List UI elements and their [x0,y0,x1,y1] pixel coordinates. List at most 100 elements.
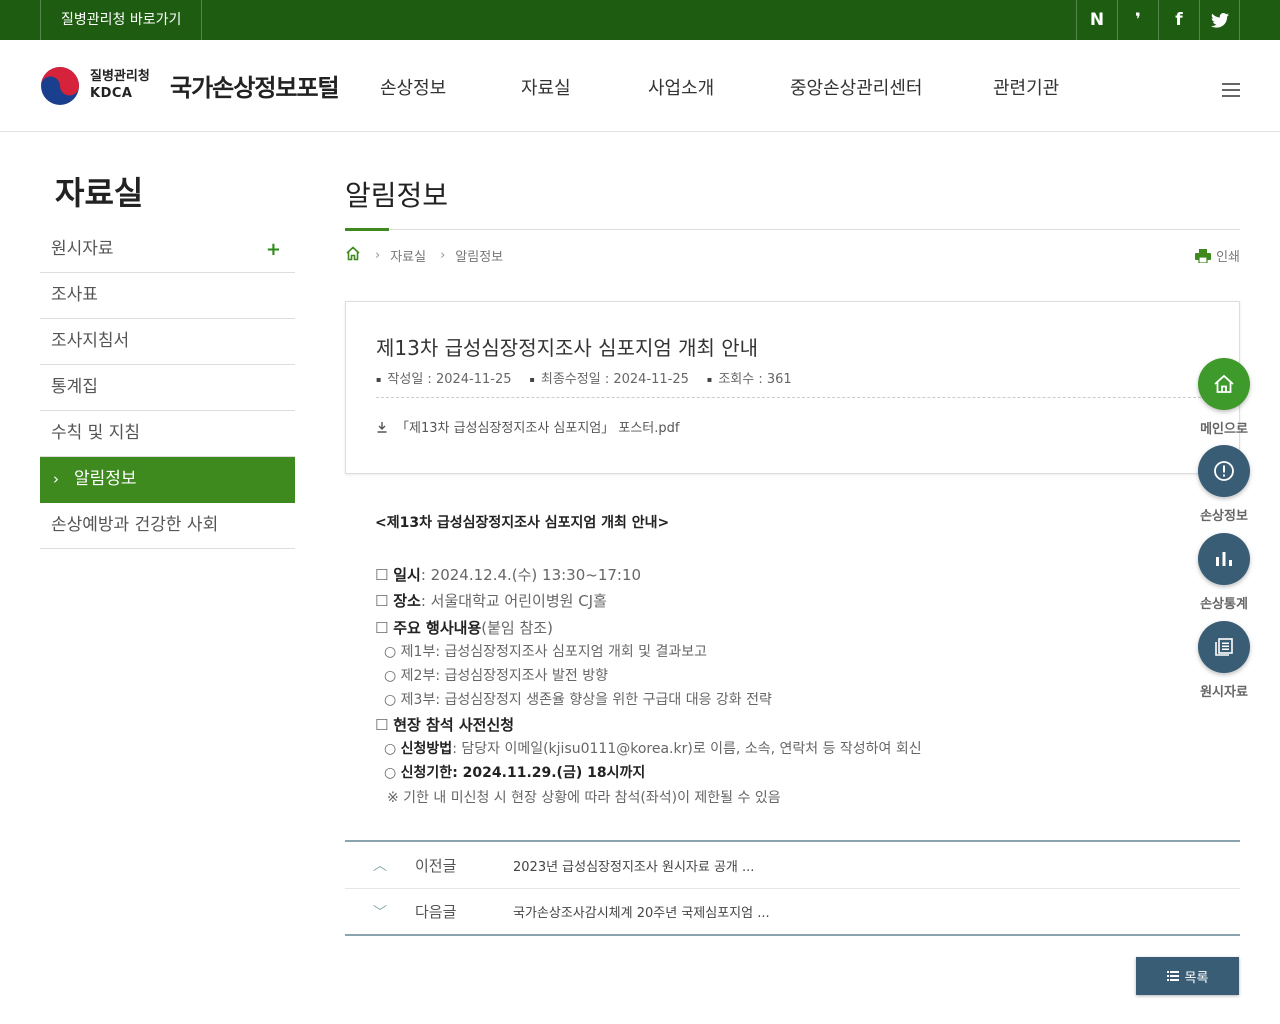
attachment-link[interactable]: 「제13차 급성심장정지조사 심포지엄」 포스터.pdf [376,417,679,436]
org-name-en: KDCA [90,86,133,101]
print-button[interactable]: 인쇄 [1195,246,1240,265]
portal-title[interactable]: 국가손상정보포털 [170,68,340,103]
breadcrumb-separator-icon: › [440,248,446,263]
circle-bullet: ○ [384,765,397,781]
alert-icon[interactable] [1198,445,1250,497]
prev-label: 이전글 [415,856,457,875]
nav-related-orgs[interactable]: 관련기관 [993,74,1059,100]
body-date-line: ☐ 일시: 2024.12.4.(수) 13:30~17:10 [375,564,641,585]
bar-chart-icon[interactable] [1198,533,1250,585]
body-heading: <제13차 급성심장정지조사 심포지엄 개최 안내> [375,515,670,531]
body-date-value: : 2024.12.4.(수) 13:30~17:10 [420,566,642,584]
body-program-note: (붙임 참조) [481,619,553,637]
sidebar-item-label: 조사지침서 [51,331,130,351]
twitter-icon[interactable] [1199,0,1240,40]
quick-label: 손상정보 [1200,509,1248,524]
checkbox-bullet: ☐ [375,619,389,637]
body-part2: ○ 제2부: 급성심장정지조사 발전 방향 [384,668,608,684]
page-title: 알림정보 [345,179,449,212]
body-place-label: 장소 [393,592,421,610]
body-part1: ○ 제1부: 급성심장정지조사 심포지엄 개회 및 결과보고 [384,644,708,660]
sidebar-item-rules[interactable]: 수칙 및 지침 [40,411,295,457]
sidebar-title: 자료실 [55,174,144,212]
body-program-label: 주요 행사내용 [393,619,482,637]
top-utility-bar: 질병관리청 바로가기 N ❜ f [0,0,1280,40]
body-register-label: 현장 참석 사전신청 [393,716,515,734]
quick-label: 손상통계 [1200,597,1248,612]
quick-label: 원시자료 [1200,685,1248,700]
printer-icon [1195,248,1212,263]
breadcrumb-item[interactable]: 자료실 [390,246,426,265]
body-program-line: ☐ 주요 행사내용(붙임 참조) [375,617,553,638]
prev-next-nav: ︿ 이전글 2023년 급성심장정지조사 원시자료 공개 ... ﹀ 다음글 국… [345,840,1240,936]
body-deadline-value: : 2024.11.29.(금) 18시까지 [452,765,646,781]
body-part3: ○ 제3부: 급성심장정지 생존율 향상을 위한 구급대 대응 강화 전략 [384,692,772,708]
prev-title[interactable]: 2023년 급성심장정지조사 원시자료 공개 ... [513,856,754,875]
next-title[interactable]: 국가손상조사감시체계 20주년 국제심포지엄 ... [513,902,770,921]
quick-label: 메인으로 [1200,422,1248,437]
hamburger-menu-icon[interactable] [1222,83,1240,97]
sidebar-item-label: 원시자료 [51,239,114,259]
post-header-box: 제13차 급성심장정지조사 심포지엄 개최 안내 작성일 : 2024-11-2… [345,301,1240,474]
post-meta: 작성일 : 2024-11-25 최종수정일 : 2024-11-25 조회수 … [376,368,791,387]
nav-data-room[interactable]: 자료실 [521,74,571,100]
sidebar-menu: 원시자료 + 조사표 조사지침서 통계집 수칙 및 지침 › 알림정보 손상예방… [40,227,295,549]
body-place-value: : 서울대학교 어린이병원 CJ홀 [420,592,607,610]
sidebar-item-notices[interactable]: › 알림정보 [40,457,295,503]
title-divider [345,229,1240,230]
post-created-date: 작성일 : 2024-11-25 [376,368,511,387]
circle-bullet: ○ [384,741,397,757]
body-method-line: ○ 신청방법: 담당자 이메일(kjisu0111@korea.kr)로 이름,… [384,738,922,758]
nav-business[interactable]: 사업소개 [648,74,714,100]
sidebar-item-prevention[interactable]: 손상예방과 건강한 사회 [40,503,295,549]
body-date-label: 일시 [393,566,421,584]
post-view-count: 조회수 : 361 [707,368,791,387]
breadcrumb-separator-icon: › [375,248,381,263]
body-place-line: ☐ 장소: 서울대학교 어린이병원 CJ홀 [375,590,607,611]
chevron-up-icon: ︿ [373,858,387,874]
site-header: 질병관리청 KDCA 국가손상정보포털 손상정보 자료실 사업소개 중앙손상관리… [0,40,1280,132]
body-method-label: 신청방법 [400,741,453,757]
document-icon[interactable] [1198,621,1250,673]
home-icon[interactable] [1198,358,1250,410]
sidebar-item-questionnaire[interactable]: 조사표 [40,273,295,319]
sidebar-item-label: 조사표 [51,285,98,305]
quick-injury-stats[interactable]: 손상통계 [1197,533,1251,612]
naver-blog-icon[interactable]: N [1076,0,1117,40]
nav-injury-info[interactable]: 손상정보 [380,74,446,100]
download-icon [377,421,387,433]
post-modified-date: 최종수정일 : 2024-11-25 [530,368,689,387]
breadcrumb-item[interactable]: 알림정보 [455,246,503,265]
sidebar-item-statistics[interactable]: 통계집 [40,365,295,411]
facebook-icon[interactable]: f [1158,0,1199,40]
sidebar-item-label: 통계집 [51,377,98,397]
checkbox-bullet: ☐ [375,566,389,584]
kdca-shortcut-link[interactable]: 질병관리청 바로가기 [40,0,203,40]
sidebar-item-raw-data[interactable]: 원시자료 + [40,227,295,273]
print-label: 인쇄 [1216,250,1240,265]
quick-raw-data[interactable]: 원시자료 [1197,621,1251,700]
attachment-filename: 「제13차 급성심장정지조사 심포지엄」 포스터.pdf [396,421,680,436]
sidebar-item-guidelines[interactable]: 조사지침서 [40,319,295,365]
kdca-logo-icon[interactable] [40,66,80,106]
home-icon[interactable] [345,246,361,265]
quick-main[interactable]: 메인으로 [1197,358,1251,437]
quick-injury-info[interactable]: 손상정보 [1197,445,1251,524]
list-icon [1166,971,1179,981]
chevron-down-icon: ﹀ [373,904,387,921]
org-name-ko: 질병관리청 [90,69,150,84]
checkbox-bullet: ☐ [375,716,389,734]
body-deadline-label: 신청기한 [400,765,453,781]
list-button[interactable]: 목록 [1136,957,1239,995]
body-note: ※ 기한 내 미신청 시 현장 상황에 따라 참석(좌석)이 제한될 수 있음 [387,790,781,806]
title-divider-accent [345,228,389,231]
sidebar-item-label: 수칙 및 지침 [51,423,141,443]
next-post-link[interactable]: ﹀ 다음글 국가손상조사감시체계 20주년 국제심포지엄 ... [345,888,1240,934]
nav-central-center[interactable]: 중앙손상관리센터 [790,74,922,100]
body-deadline-line: ○ 신청기한: 2024.11.29.(금) 18시까지 [384,762,645,782]
plus-icon[interactable]: + [266,227,281,272]
prev-post-link[interactable]: ︿ 이전글 2023년 급성심장정지조사 원시자료 공개 ... [345,842,1240,888]
kakao-story-icon[interactable]: ❜ [1117,0,1158,40]
post-title: 제13차 급성심장정지조사 심포지엄 개최 안내 [376,336,759,360]
post-divider [376,397,1211,398]
